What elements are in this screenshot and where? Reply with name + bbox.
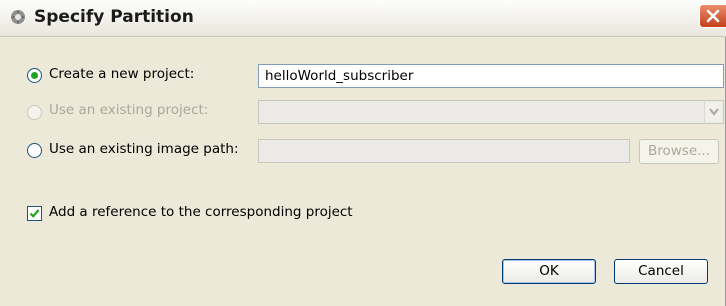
radio-use-existing-image-path[interactable] bbox=[27, 143, 42, 158]
ok-button[interactable]: OK bbox=[502, 259, 596, 284]
existing-project-select[interactable] bbox=[258, 100, 724, 124]
add-reference-checkbox[interactable] bbox=[27, 206, 42, 221]
use-existing-image-path-label: Use an existing image path: bbox=[49, 141, 239, 157]
title-bar: Specify Partition bbox=[0, 0, 726, 37]
radio-create-new-project[interactable] bbox=[27, 68, 42, 83]
browse-button[interactable]: Browse... bbox=[639, 139, 719, 164]
dialog-title: Specify Partition bbox=[34, 7, 194, 27]
new-project-name-input[interactable]: helloWorld_subscriber bbox=[258, 64, 724, 88]
gear-icon bbox=[10, 9, 26, 25]
existing-project-dropdown-arrow[interactable] bbox=[704, 102, 722, 122]
cancel-button[interactable]: Cancel bbox=[614, 259, 708, 284]
image-path-input[interactable] bbox=[258, 139, 630, 163]
radio-use-existing-project[interactable] bbox=[27, 105, 42, 120]
create-new-project-label: Create a new project: bbox=[49, 66, 195, 82]
add-reference-label: Add a reference to the corresponding pro… bbox=[49, 204, 353, 220]
close-button[interactable] bbox=[699, 4, 726, 28]
use-existing-project-label: Use an existing project: bbox=[49, 102, 209, 118]
specify-partition-dialog: Specify Partition Create a new project: … bbox=[0, 0, 726, 306]
